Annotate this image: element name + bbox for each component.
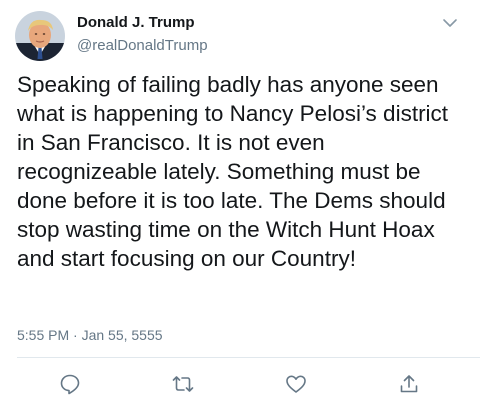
share-icon[interactable] [397, 372, 421, 396]
reply-icon[interactable] [58, 372, 82, 396]
action-bar [0, 372, 480, 398]
chevron-down-icon[interactable] [441, 16, 459, 30]
author-handle[interactable]: @realDonaldTrump [77, 37, 208, 54]
retweet-icon[interactable] [171, 372, 195, 396]
heart-icon[interactable] [284, 372, 308, 396]
author-display-name[interactable]: Donald J. Trump [77, 14, 195, 31]
divider [17, 357, 480, 358]
tweet-text: Speaking of failing badly has anyone see… [17, 72, 449, 271]
tweet-timestamp[interactable]: 5:55 PM · Jan 55, 5555 [17, 327, 163, 343]
avatar[interactable] [15, 11, 65, 61]
tweet-card: Donald J. Trump @realDonaldTrump Speakin… [0, 0, 480, 410]
